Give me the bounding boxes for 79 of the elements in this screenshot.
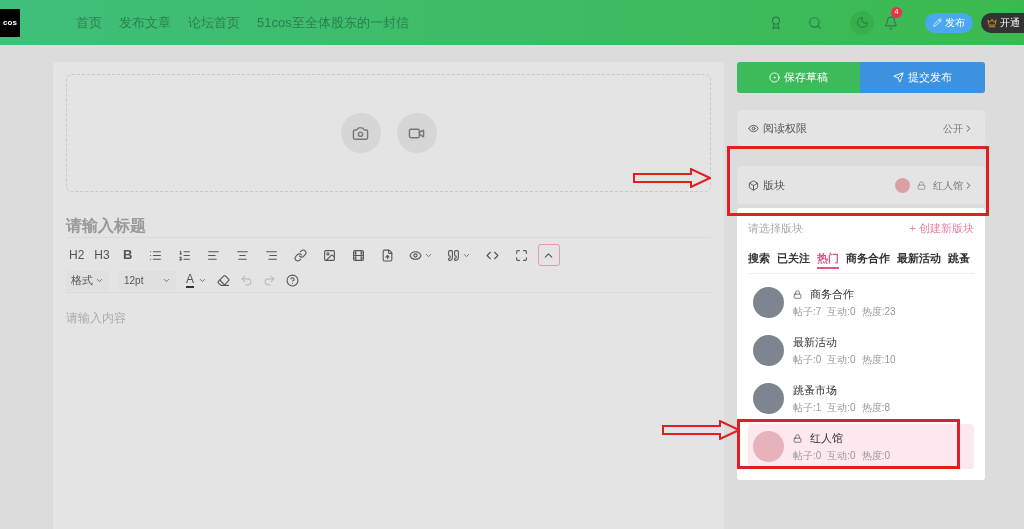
collapse-toggle[interactable]	[537, 244, 560, 266]
section-name: 最新活动	[793, 334, 837, 350]
row-label: 版块	[763, 177, 785, 193]
caret-icon	[198, 276, 207, 285]
section-name: 红人馆	[810, 430, 843, 446]
dark-mode-button[interactable]	[850, 10, 874, 35]
section-name: 商务合作	[810, 286, 854, 302]
section-item[interactable]: 跳蚤市场 帖子:1 互动:0 热度:8	[748, 376, 974, 421]
send-icon	[893, 72, 904, 83]
section-stat: 热度:0	[861, 449, 891, 464]
bold-button[interactable]: B	[116, 245, 139, 265]
bell-icon[interactable]	[884, 15, 898, 30]
picker-tab[interactable]: 跳蚤	[948, 249, 970, 269]
section-item[interactable]: 红人馆 帖子:0 互动:0 热度:0	[748, 424, 974, 469]
file-upload-icon	[380, 248, 394, 262]
picker-tab[interactable]: 最新活动	[897, 249, 941, 269]
section-stat: 热度:23	[861, 305, 896, 320]
film-icon	[351, 248, 365, 262]
search-icon[interactable]	[808, 15, 822, 30]
link-icon	[293, 248, 307, 262]
vip-button[interactable]: 开通	[981, 12, 1024, 33]
avatar	[753, 287, 784, 318]
award-icon[interactable]	[769, 15, 783, 30]
text-color-button[interactable]: A	[186, 273, 207, 288]
camera-button[interactable]	[340, 113, 381, 153]
bullet-list-icon	[148, 248, 162, 262]
section-stat: 互动:0	[827, 449, 856, 464]
align-left-icon	[206, 248, 220, 262]
section-stat: 帖子:0	[793, 449, 822, 464]
caret-icon	[162, 276, 171, 285]
picker-tab[interactable]: 搜索	[748, 249, 770, 269]
submit-button[interactable]: 提交发布	[860, 62, 985, 93]
section-item[interactable]: 最新活动 帖子:0 互动:0 热度:10	[748, 328, 974, 373]
font-size-select[interactable]: 12pt	[119, 270, 176, 291]
avatar	[753, 431, 784, 462]
section-stat: 热度:10	[861, 353, 896, 368]
row-value: 公开	[943, 121, 963, 136]
read-permission-row[interactable]: 阅读权限 公开	[737, 110, 985, 146]
logo[interactable]: cos	[0, 8, 20, 37]
eye-icon	[408, 248, 422, 262]
pencil-icon	[933, 18, 942, 27]
eye-icon	[748, 122, 759, 134]
section-stat: 互动:0	[827, 305, 856, 320]
row-value: 红人馆	[933, 178, 963, 193]
section-item[interactable]: 商务合作 帖子:7 互动:0 热度:23	[748, 280, 974, 325]
align-right-icon	[264, 248, 278, 262]
avatar	[895, 177, 910, 193]
camera-icon	[352, 124, 369, 142]
section-row[interactable]: 版块 红人馆	[737, 166, 985, 204]
video-button[interactable]	[396, 113, 437, 153]
heading-button[interactable]: H3	[91, 246, 113, 264]
image-icon	[322, 248, 336, 262]
eraser-icon[interactable]	[217, 274, 230, 287]
avatar	[753, 383, 784, 414]
avatar	[753, 335, 784, 366]
row-label: 阅读权限	[763, 120, 807, 136]
moon-icon	[855, 16, 869, 29]
cube-icon	[748, 179, 759, 191]
section-stat: 帖子:0	[793, 353, 822, 368]
section-stat: 帖子:7	[793, 305, 822, 320]
format-select[interactable]: 格式	[66, 270, 109, 291]
picker-tab[interactable]: 热门	[817, 249, 839, 269]
caret-icon	[95, 276, 104, 285]
help-icon[interactable]	[286, 274, 299, 287]
section-stat: 互动:0	[827, 353, 856, 368]
section-stat: 帖子:1	[793, 401, 822, 416]
lock-icon	[917, 180, 926, 190]
fullscreen-icon	[514, 248, 528, 262]
section-name: 跳蚤市场	[793, 382, 837, 398]
align-center-icon	[235, 248, 249, 262]
picker-tab[interactable]: 商务合作	[846, 249, 890, 269]
picker-tab[interactable]: 已关注	[777, 249, 810, 269]
heading-button[interactable]: H2	[66, 246, 88, 264]
crown-icon	[987, 17, 997, 28]
section-stat: 互动:0	[827, 401, 856, 416]
numbered-list-icon	[177, 248, 191, 262]
quote-icon	[446, 248, 460, 262]
section-stat: 热度:8	[861, 401, 891, 416]
target-icon	[769, 72, 780, 83]
